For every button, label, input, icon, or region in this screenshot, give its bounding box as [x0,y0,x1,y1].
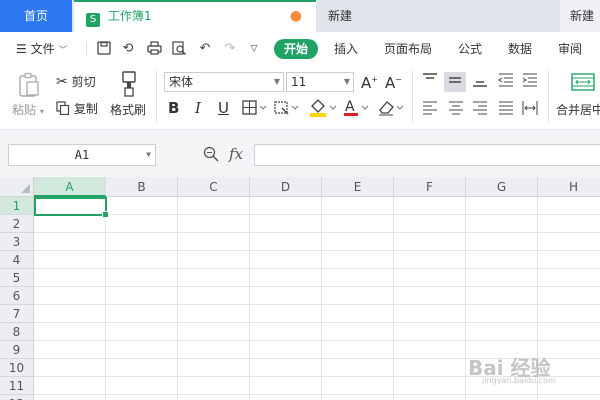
column-header-B[interactable]: B [106,177,178,197]
paste-icon[interactable] [16,72,42,98]
row-header-7[interactable]: 7 [0,305,34,323]
tab-workbook-label: 工作簿1 [107,9,152,23]
align-middle-icon[interactable] [444,72,466,92]
column-header-F[interactable]: F [394,177,466,197]
active-cell-a1[interactable] [34,197,109,218]
name-box-value: A1 [74,148,90,162]
formula-input[interactable] [254,144,600,166]
cut-label: 剪切 [71,75,96,89]
italic-button[interactable]: I [195,100,201,116]
font-name-value: 宋体 [169,75,194,89]
row-header-3[interactable]: 3 [0,233,34,251]
tab-bar: 首页 S 工作簿1 ● 新建 新建 [0,0,600,32]
border-icon[interactable] [242,100,268,118]
column-header-G[interactable]: G [466,177,538,197]
divider [156,70,157,124]
fill-color-icon[interactable] [308,98,338,118]
divider [412,70,413,124]
cut-button[interactable]: ✂ 剪切 [56,74,96,90]
tab-new-2[interactable]: 新建 [560,0,600,32]
merge-center-icon[interactable] [570,72,596,94]
row-header-1[interactable]: 1 [0,197,34,215]
menu-item-review[interactable]: 审阅 [558,40,582,58]
undo-history-icon[interactable]: ⟲ [120,41,136,57]
clear-format-icon[interactable] [376,98,406,118]
row-header-2[interactable]: 2 [0,215,34,233]
paste-button[interactable]: 粘贴 ▾ [12,102,44,120]
print-preview-icon[interactable] [171,41,187,57]
row-header-4[interactable]: 4 [0,251,34,269]
align-center-icon[interactable] [446,100,466,118]
name-box[interactable]: A1 ▼ [8,144,156,166]
column-header-A[interactable]: A [34,177,106,197]
more-icon[interactable]: ▽ [246,41,262,57]
row-header-11[interactable]: 11 [0,377,34,395]
chevron-down-icon: ▼ [273,77,280,86]
fx-icon[interactable]: fx [229,146,243,162]
row-header-10[interactable]: 10 [0,359,34,377]
undo-icon[interactable]: ↶ [197,41,213,57]
file-menu-label: 文件 [30,42,55,56]
align-bottom-icon[interactable] [470,72,490,90]
increase-font-icon[interactable]: A+ [361,72,378,91]
watermark-url: jingyan.baidu.com [482,376,556,385]
menu-item-home[interactable]: 开始 [274,39,318,59]
column-header-C[interactable]: C [178,177,250,197]
chevron-down-icon: ▼ [146,150,151,159]
zoom-icon[interactable] [202,146,220,164]
copy-label: 复制 [73,102,98,116]
format-painter-button[interactable]: 格式刷 [110,102,146,118]
chevron-down-icon: ▾ [39,107,44,116]
hamburger-icon: ☰ [16,42,27,56]
column-header-H[interactable]: H [538,177,600,197]
font-color-icon[interactable]: A [342,98,372,118]
distributed-align-icon[interactable] [520,100,540,118]
font-size-select[interactable]: 11 ▼ [286,72,354,92]
print-icon[interactable] [146,41,162,57]
menu-item-formulas[interactable]: 公式 [458,40,482,58]
scissors-icon: ✂ [56,74,68,90]
paste-label: 粘贴 [12,103,37,117]
merge-center-button[interactable]: 合并居中 [556,102,600,118]
svg-text:A: A [345,99,355,115]
row-header-12[interactable]: 12 [0,395,34,400]
copy-button[interactable]: 复制 [56,101,98,117]
chevron-down-icon: ﹀ [58,46,68,56]
decrease-font-icon[interactable]: A− [385,72,402,91]
copy-icon [56,101,74,116]
decrease-indent-icon[interactable] [496,72,516,90]
align-top-icon[interactable] [420,72,440,90]
file-menu[interactable]: ☰ 文件 ﹀ [16,40,67,58]
justify-icon[interactable] [496,100,516,118]
divider [548,70,549,124]
save-icon[interactable] [96,41,112,57]
column-header-E[interactable]: E [322,177,394,197]
bold-button[interactable]: B [168,100,179,116]
row-header-9[interactable]: 9 [0,341,34,359]
tab-home[interactable]: 首页 [0,0,72,32]
align-left-icon[interactable] [420,100,440,118]
tab-workbook[interactable]: S 工作簿1 ● [74,0,316,32]
font-name-select[interactable]: 宋体 ▼ [164,72,284,92]
menu-item-data[interactable]: 数据 [508,40,532,58]
select-all-corner[interactable] [0,177,34,197]
tab-new[interactable]: 新建 [318,0,558,32]
chevron-down-icon: ▼ [343,77,350,86]
divider [86,42,87,56]
font-size-value: 11 [291,75,307,89]
spreadsheet-icon: S [86,13,100,27]
increase-indent-icon[interactable] [520,72,540,90]
redo-icon[interactable]: ↷ [222,41,238,57]
column-header-D[interactable]: D [250,177,322,197]
cell-style-icon[interactable] [274,100,300,118]
align-right-icon[interactable] [470,100,490,118]
underline-button[interactable]: U [218,100,229,116]
unsaved-dot-icon: ● [289,8,302,24]
menu-item-insert[interactable]: 插入 [334,40,358,58]
format-painter-icon[interactable] [118,70,140,98]
row-header-6[interactable]: 6 [0,287,34,305]
row-header-8[interactable]: 8 [0,323,34,341]
menu-item-page-layout[interactable]: 页面布局 [384,40,432,58]
row-header-5[interactable]: 5 [0,269,34,287]
